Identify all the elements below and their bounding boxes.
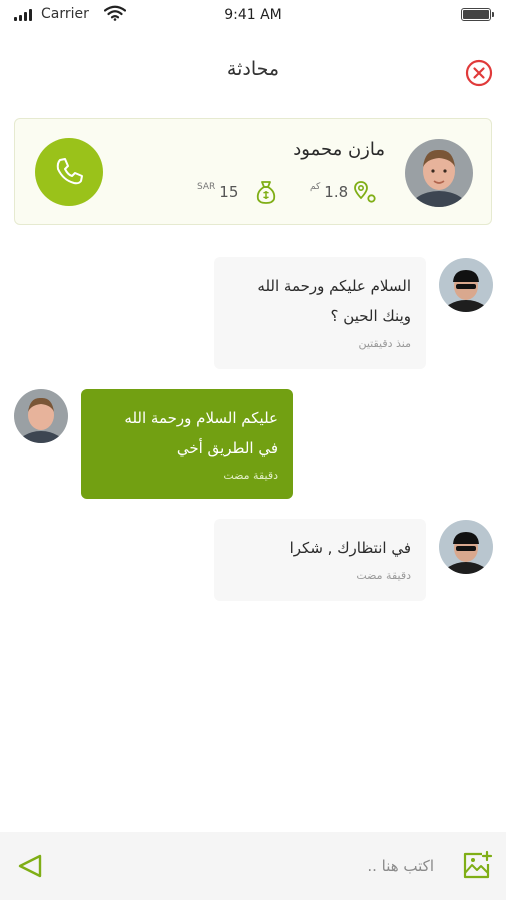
close-icon[interactable]: [465, 59, 493, 87]
battery-icon: [461, 8, 494, 21]
money-bag-icon: [257, 181, 276, 204]
send-icon[interactable]: [15, 851, 45, 881]
status-bar: Carrier 9:41 AM: [0, 0, 506, 32]
distance-unit: كم: [310, 182, 321, 192]
message-bubble-outgoing: عليكم السلام ورحمة الله في الطريق أخي دق…: [81, 389, 293, 499]
add-image-icon[interactable]: [460, 849, 494, 883]
message-bubble-incoming: في انتظارك , شكرا دقيقة مضت: [214, 519, 426, 601]
call-button[interactable]: [35, 138, 103, 206]
fare-unit: SAR: [197, 182, 216, 192]
message-text: في انتظارك , شكرا: [289, 539, 411, 557]
sender-avatar: [439, 258, 493, 312]
phone-icon: [56, 158, 83, 185]
driver-name: مازن محمود: [293, 139, 385, 160]
message-time: منذ دقيقتين: [358, 337, 411, 350]
distance-stat: كم 1.8: [310, 179, 378, 205]
location-pin-icon: [354, 181, 376, 203]
clock: 9:41 AM: [224, 7, 282, 23]
sender-avatar: [439, 520, 493, 574]
page-title: محادثة: [226, 58, 280, 80]
fare-stat: SAR 15: [197, 179, 278, 205]
message-text: السلام عليكم ورحمة الله وينك الحين ؟: [257, 277, 411, 325]
driver-avatar: [405, 139, 473, 207]
sender-avatar: [14, 389, 68, 443]
message-input[interactable]: [60, 850, 440, 882]
distance-value: 1.8: [324, 183, 349, 201]
message-text: عليكم السلام ورحمة الله في الطريق أخي: [124, 409, 278, 457]
fare-value: 15: [219, 183, 239, 201]
message-time: دقيقة مضت: [356, 569, 411, 582]
driver-card: مازن محمود كم 1.8 SAR 15: [14, 118, 492, 225]
message-bubble-incoming: السلام عليكم ورحمة الله وينك الحين ؟ منذ…: [214, 257, 426, 369]
message-time: دقيقة مضت: [223, 469, 278, 482]
message-composer: [0, 832, 506, 900]
